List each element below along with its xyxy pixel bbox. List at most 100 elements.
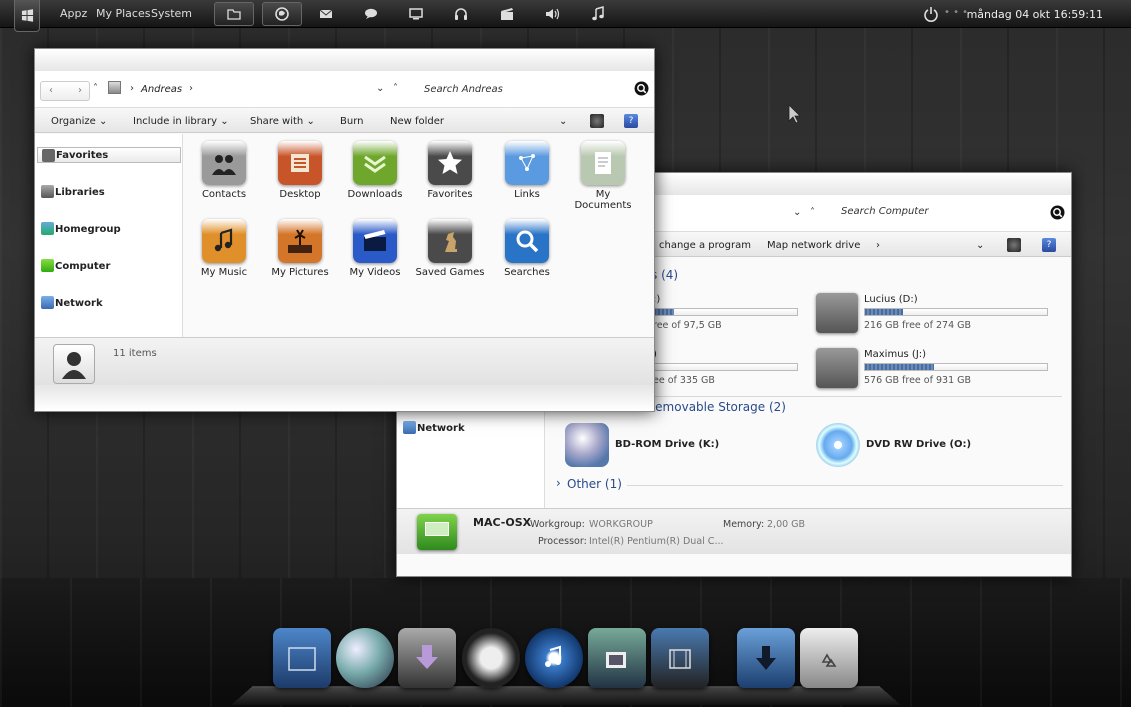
file-item-label: Desktop [279,189,321,200]
preview-pane-icon[interactable] [590,114,604,128]
view-dropdown-icon[interactable]: ⌄ [559,116,567,127]
file-item[interactable]: Saved Games [415,219,485,278]
sidebar-item-computer[interactable]: Computer [37,258,181,274]
menu-appz[interactable]: Appz [60,7,87,20]
tray-dots[interactable]: • • • [944,7,968,18]
burn-button[interactable]: Burn [340,116,363,127]
file-item[interactable]: Links [492,141,562,200]
menu-system[interactable]: System [151,7,192,20]
organize-button[interactable]: Organize ⌄ [51,116,107,127]
sidebar-item-network[interactable]: Network [399,420,543,436]
other-group-toggle[interactable]: › [556,476,561,490]
finder-icon[interactable] [273,628,331,688]
sidebar-item-libraries[interactable]: Libraries [37,184,181,200]
film-icon[interactable] [487,2,527,26]
sidebar-item-label: Libraries [55,186,105,198]
downloads-icon[interactable] [737,628,795,688]
file-item[interactable]: Desktop [265,141,335,200]
monitor-icon[interactable] [396,2,436,26]
help-icon[interactable]: ? [1042,238,1056,252]
headphones-icon[interactable] [462,628,520,688]
search-input[interactable]: Search Andreas [424,84,503,95]
up-arrow-icon[interactable]: ˄ [93,83,98,94]
headphones-icon[interactable] [441,2,481,26]
change-program-button[interactable]: change a program [659,240,751,251]
dvd-rw-drive[interactable]: DVD RW Drive (O:) [816,423,1016,469]
share-with-button[interactable]: Share with ⌄ [250,116,315,127]
up-arrow-icon[interactable]: ˄ [810,207,815,218]
drive-usage-fill [865,364,935,370]
drive-usage-fill [865,309,904,315]
memory-label: Memory: [723,519,765,530]
view-dropdown-icon[interactable]: ⌄ [976,240,984,251]
drive-tile-d[interactable]: Lucius (D:) 216 GB free of 274 GB [816,293,1056,337]
file-item-label: My Music [200,267,248,278]
drive-usage-fill [654,309,675,315]
back-arrow-icon[interactable]: ‹ [49,85,53,96]
forward-arrow-icon[interactable]: › [78,85,82,96]
drive-tile-j[interactable]: Maximus (J:) 576 GB free of 931 GB [816,348,1056,392]
recycle-bin-icon[interactable] [800,628,858,688]
workgroup-value: WORKGROUP [589,519,653,530]
install-icon[interactable] [398,628,456,688]
processor-label: Processor: [538,536,587,547]
sidebar-item-homegroup[interactable]: Homegroup [37,221,181,237]
preview-pane-icon[interactable] [1007,238,1021,252]
file-item[interactable]: Contacts [189,141,259,200]
file-item[interactable]: My Music [189,219,259,278]
processor-value: Intel(R) Pentium(R) Dual C... [589,536,724,547]
help-icon[interactable]: ? [624,114,638,128]
drive-free-space: ree of 97,5 GB [653,320,722,331]
computer-icon [417,514,457,550]
include-in-library-button[interactable]: Include in library ⌄ [133,116,229,127]
search-icon[interactable] [1050,205,1065,220]
start-button[interactable] [14,0,40,32]
new-folder-button[interactable]: New folder [390,116,444,127]
firefox-icon[interactable] [262,2,302,26]
breadcrumb-chevron-icon[interactable]: › [189,83,193,94]
video-icon[interactable] [651,628,709,688]
search-icon [505,219,549,263]
search-icon[interactable] [634,81,649,96]
menu-my-places[interactable]: My Places [96,7,150,20]
map-network-drive-button[interactable]: Map network drive [767,240,860,251]
file-item[interactable]: My Pictures [265,219,335,278]
sidebar-item-favorites[interactable]: Favorites [37,147,181,163]
file-item[interactable]: My Documents [568,141,638,211]
clock: måndag 04 okt 16:59:11 [966,8,1103,21]
mail-icon[interactable] [306,2,346,26]
other-group-header[interactable]: Other (1) [567,477,622,491]
folder-icon[interactable] [214,2,254,26]
file-item-label: Downloads [347,189,403,200]
globe-icon[interactable] [336,628,394,688]
back-forward-buttons[interactable]: ‹ › [40,81,90,101]
file-item[interactable]: Searches [492,219,562,278]
search-input[interactable]: Search Computer [841,206,928,217]
device-name: BD-ROM Drive (K:) [615,439,720,450]
power-icon[interactable] [922,5,940,23]
volume-icon[interactable] [532,2,572,26]
dropdown-arrow-icon[interactable]: ⌄ [793,207,801,218]
explorer-window-andreas: ‹ › ˄ › Andreas › ⌄ ˄ Search Andreas Org… [34,48,655,412]
music-note-icon[interactable] [578,2,618,26]
file-item-label: Links [514,189,540,200]
hard-disk-group-header[interactable]: s (4) [651,268,678,282]
star-icon [42,149,55,162]
file-item[interactable]: Favorites [415,141,485,200]
desktop-icon [278,141,322,185]
chat-icon[interactable] [351,2,391,26]
breadcrumb[interactable]: Andreas [141,84,182,95]
file-item[interactable]: My Videos [340,219,410,278]
file-item[interactable]: Downloads [340,141,410,200]
itunes-icon[interactable] [525,628,583,688]
file-grid: Contacts Desktop Downloads Favorites Links My… [185,134,654,339]
history-dropdown-icon[interactable]: ⌄ [376,83,384,94]
more-commands-icon[interactable]: › [876,240,880,251]
bd-rom-drive[interactable]: BD-ROM Drive (K:) [565,423,765,469]
photos-icon[interactable] [588,628,646,688]
file-item-label: Favorites [427,189,473,200]
breadcrumb-chevron-icon[interactable]: › [130,83,134,94]
sidebar-item-network[interactable]: Network [37,295,181,311]
refresh-icon[interactable]: ˄ [393,83,398,94]
network-icon [41,296,54,309]
